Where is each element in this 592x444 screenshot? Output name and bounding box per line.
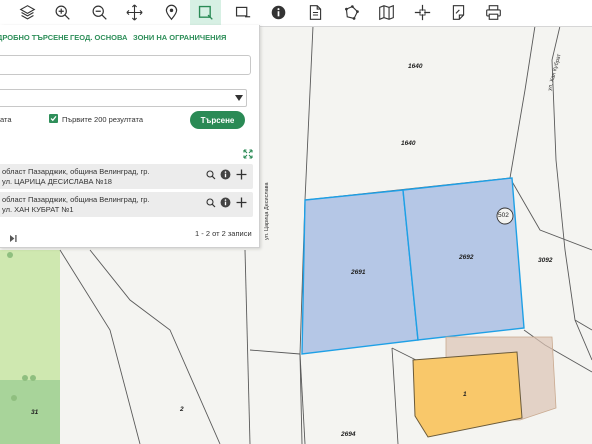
select-rectangle-icon	[198, 5, 213, 20]
last-page-icon[interactable]	[10, 229, 18, 242]
zoom-out-button[interactable]	[85, 0, 113, 25]
marker-button[interactable]	[157, 0, 185, 25]
crosshair-icon	[414, 4, 430, 21]
tab-restriction-zones[interactable]: ЗОНИ НА ОГРАНИЧЕНИЯ	[133, 33, 226, 42]
result-line: област Пазарджик, община Велинград, гр.	[2, 195, 150, 204]
polygon-icon	[344, 5, 359, 20]
print-button[interactable]	[479, 0, 507, 25]
result-line: ул. ЦАРИЦА ДЕСИСЛАВА №18	[2, 177, 112, 186]
result-row[interactable]: област Пазарджик, община Велинград, гр. …	[0, 164, 253, 189]
street-label: ул. Царица Десислава	[264, 182, 270, 240]
pan-icon	[125, 4, 143, 21]
print-icon	[485, 5, 501, 20]
zoom-in-icon	[55, 5, 70, 20]
filter-select[interactable]	[0, 89, 247, 107]
tab-detailed-search[interactable]: ДРОБНО ТЪРСЕНЕ	[0, 33, 69, 42]
layers-icon	[19, 5, 35, 20]
parcel-label: 2692	[459, 254, 474, 261]
parcel-label: 1640	[408, 63, 423, 70]
result-row[interactable]: област Пазарджик, община Велинград, гр. …	[0, 192, 253, 217]
search-panel: ДРОБНО ТЪРСЕНЕ ГЕОД. ОСНОВА ЗОНИ НА ОГРА…	[0, 25, 260, 248]
parcel-label: 1	[463, 391, 467, 398]
search-input[interactable]	[0, 55, 251, 75]
first200-label: Първите 200 резултата	[62, 115, 143, 124]
pagination-text: 1 - 2 от 2 записи	[195, 229, 252, 238]
parcel-label: 3092	[538, 257, 553, 264]
map-toolbar	[0, 0, 592, 27]
add-icon[interactable]	[236, 197, 247, 208]
dark-green-area	[0, 380, 60, 444]
zoom-out-icon	[92, 5, 107, 20]
add-icon[interactable]	[236, 169, 247, 180]
result-line: област Пазарджик, община Велинград, гр.	[2, 167, 150, 176]
parcel-label: 2691	[351, 269, 366, 276]
crosshair-button[interactable]	[408, 0, 436, 25]
checkmark-icon	[50, 116, 57, 122]
result-line: ул. ХАН КУБРАТ №1	[2, 205, 74, 214]
info-icon[interactable]	[220, 169, 231, 180]
select-area-icon	[235, 6, 250, 18]
select-area-button[interactable]	[228, 0, 256, 25]
marker-icon	[165, 4, 177, 21]
expand-icon[interactable]	[243, 146, 253, 159]
edit-document-button[interactable]	[444, 0, 472, 25]
circle-label: 502	[498, 212, 509, 219]
search-button[interactable]: Търсене	[190, 111, 245, 129]
document-button[interactable]	[301, 0, 329, 25]
polygon-button[interactable]	[337, 0, 365, 25]
chevron-down-icon	[232, 91, 245, 105]
map-icon	[378, 4, 394, 21]
map-button[interactable]	[372, 0, 400, 25]
info-icon[interactable]	[220, 197, 231, 208]
zoom-to-icon[interactable]	[205, 197, 216, 208]
partial-label: ата	[0, 115, 12, 124]
edit-document-icon	[452, 5, 464, 20]
info-button[interactable]	[264, 0, 292, 25]
zoom-to-icon[interactable]	[205, 169, 216, 180]
parcel-label: 2694	[341, 431, 356, 438]
pan-button[interactable]	[120, 0, 148, 25]
layers-button[interactable]	[13, 0, 41, 25]
parcel-label: 1640	[401, 140, 416, 147]
zoom-in-button[interactable]	[48, 0, 76, 25]
tab-geod-base[interactable]: ГЕОД. ОСНОВА	[70, 33, 127, 42]
info-icon	[271, 5, 285, 20]
parcel-label: 2	[180, 406, 184, 413]
select-rectangle-button[interactable]	[190, 0, 221, 25]
first200-checkbox[interactable]	[49, 114, 58, 123]
document-icon	[309, 5, 321, 20]
parcel-label: 31	[31, 409, 39, 416]
